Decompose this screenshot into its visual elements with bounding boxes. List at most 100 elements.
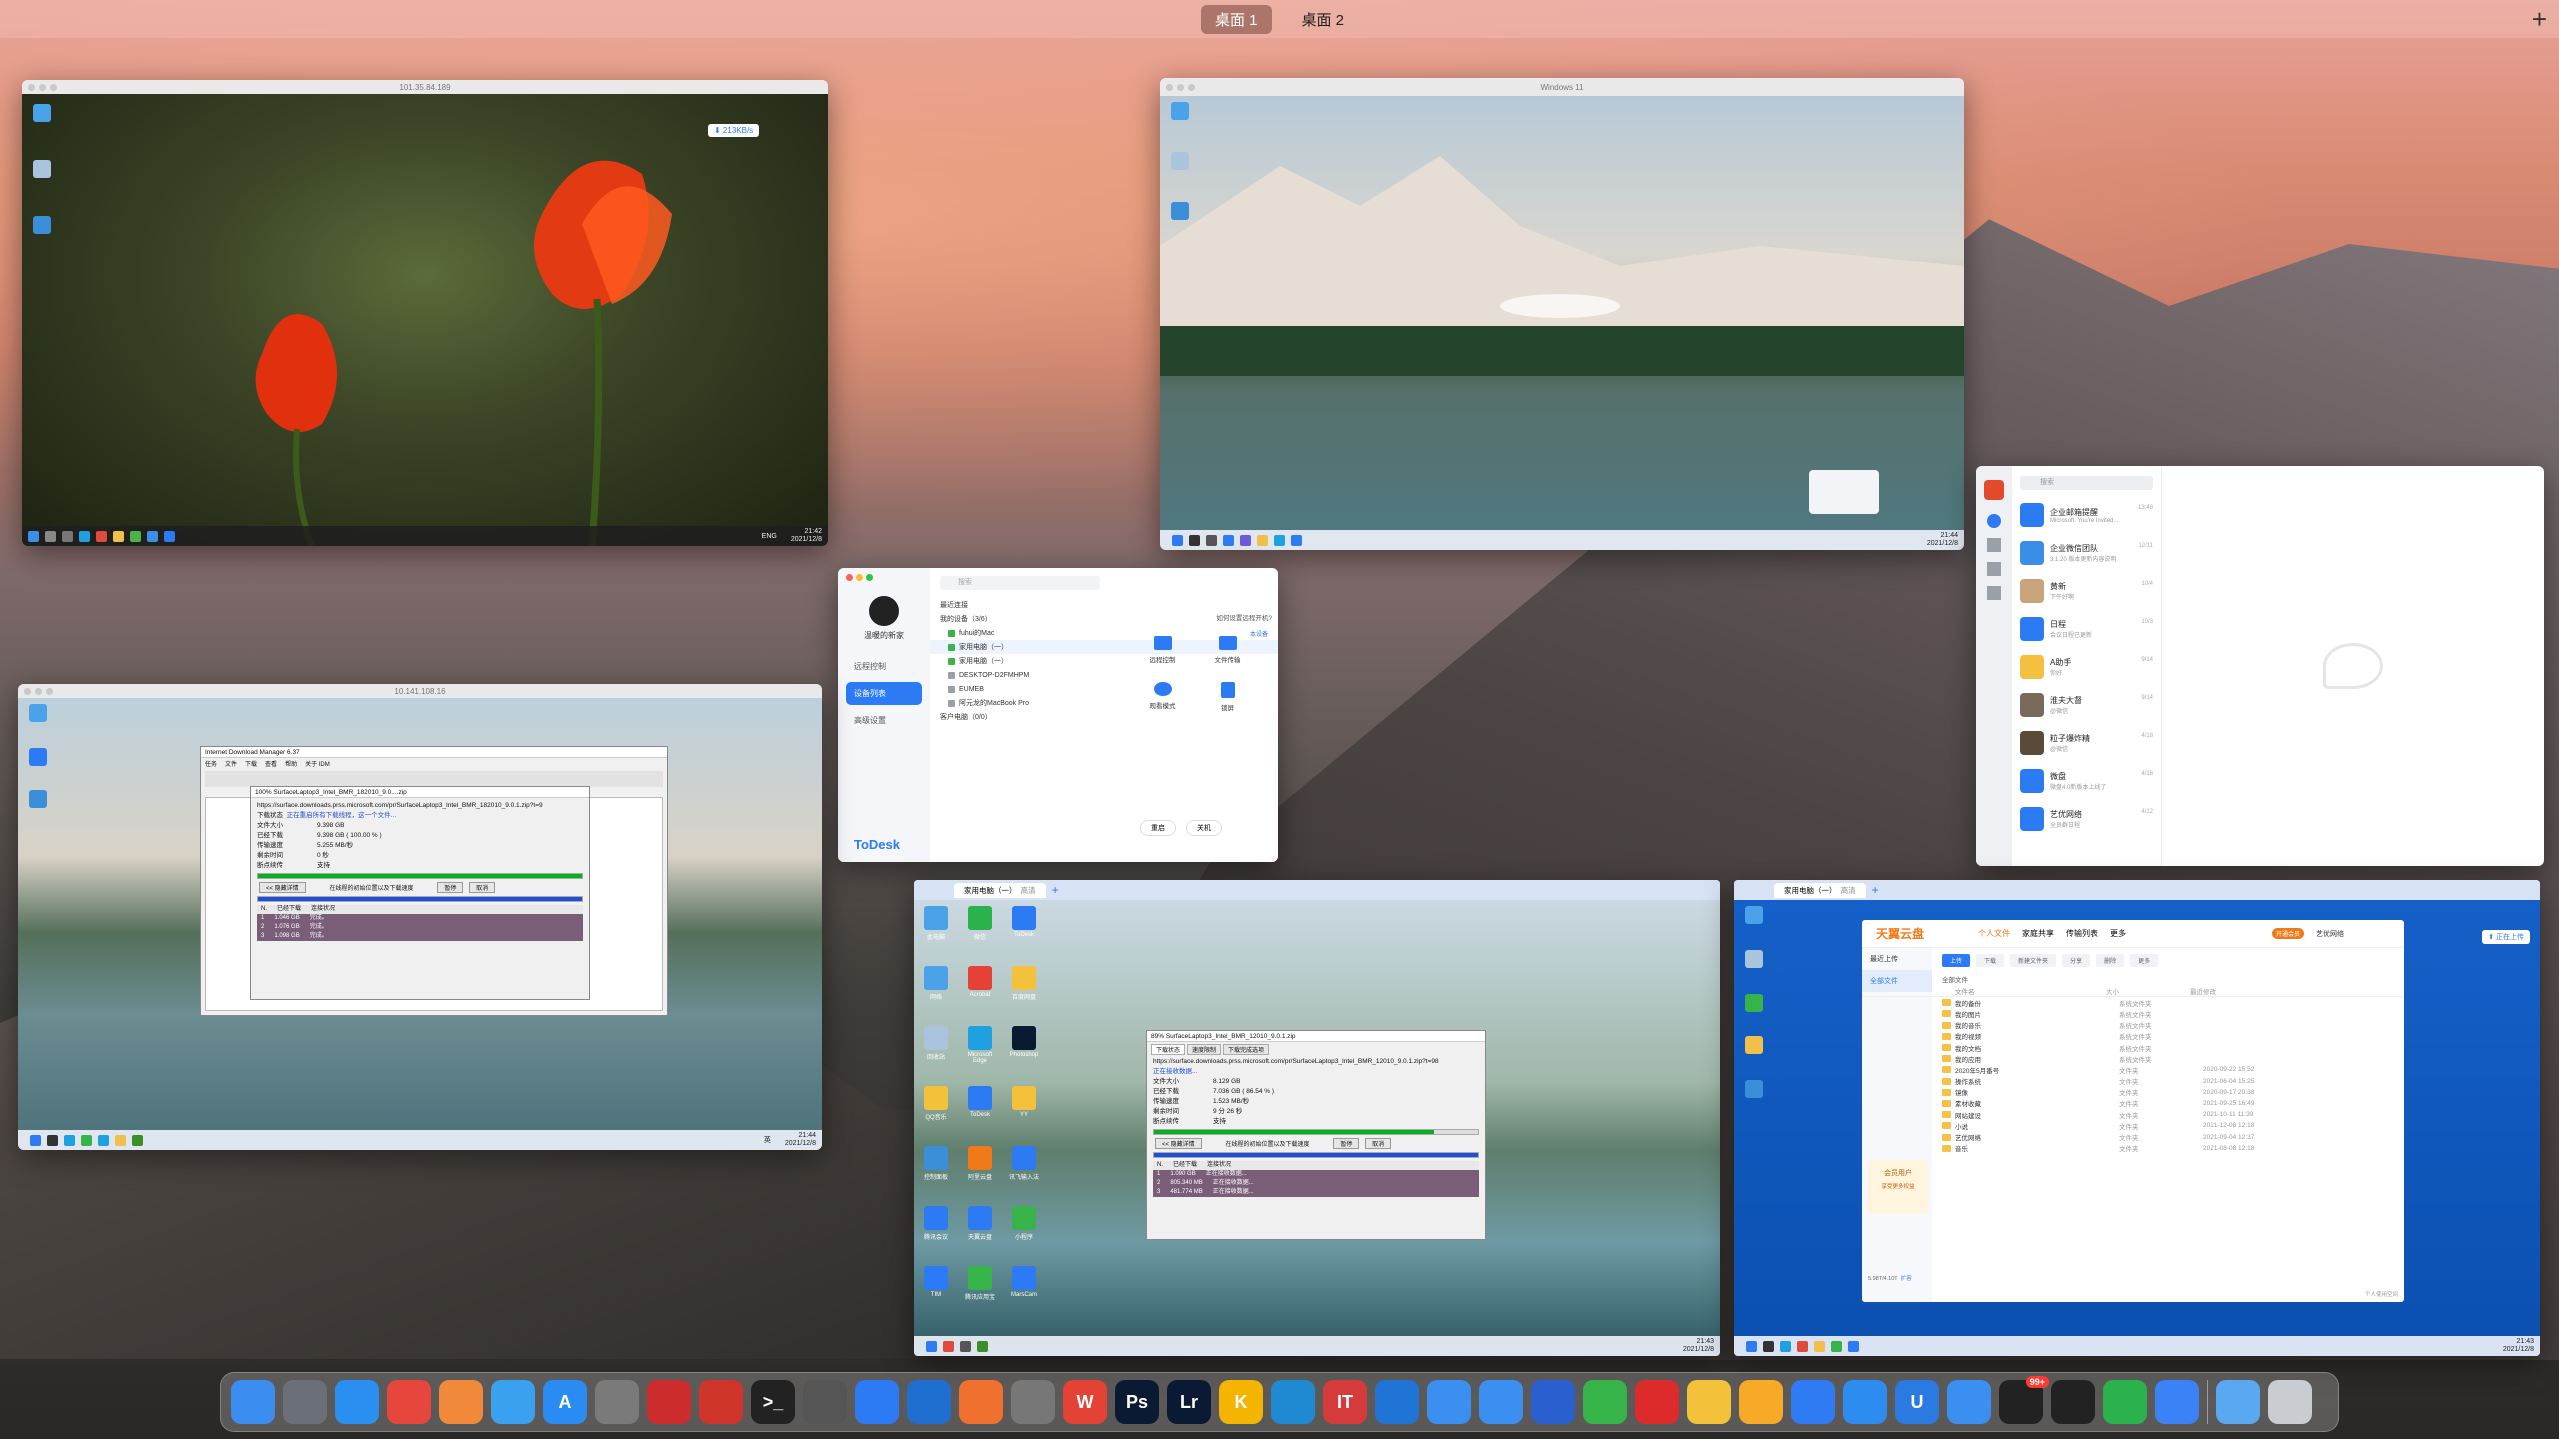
docs-icon[interactable] (1987, 562, 2001, 576)
dock-app-store-icon[interactable]: A (543, 1380, 587, 1424)
dock-chrome-icon[interactable] (387, 1380, 431, 1424)
app-icon[interactable] (47, 1134, 58, 1146)
avatar[interactable] (869, 596, 899, 626)
app-icon[interactable] (130, 530, 141, 542)
input-language[interactable]: 英 (764, 1135, 771, 1145)
desktop-icon[interactable]: 讯飞输入法 (1006, 1146, 1042, 1181)
cancel-button[interactable]: 取消 (1365, 1138, 1392, 1149)
desktop-icon[interactable]: TIM (918, 1266, 954, 1298)
add-desktop-button[interactable]: + (2532, 4, 2547, 35)
recent-connections[interactable]: 最近连接 (930, 598, 1278, 612)
rdp-window-2[interactable]: 10.141.108.16 Internet Download Manager … (18, 684, 822, 1150)
desktop-icon-computer[interactable] (24, 704, 52, 724)
close-dot[interactable] (846, 574, 853, 581)
expand-link[interactable]: 扩容 (1901, 1276, 1912, 1282)
table-row[interactable]: 操作系统 文件夹 2021-06-04 15:25 (1862, 1076, 2404, 1087)
cloud-tab[interactable]: 个人文件 (1978, 928, 2010, 939)
desktop-icon[interactable]: Acrobat (962, 966, 998, 998)
dock-mail-u-icon[interactable]: U (1895, 1380, 1939, 1424)
dock-system-prefs-icon[interactable] (595, 1380, 639, 1424)
lock-screen-action[interactable]: 锁屏 (1195, 682, 1260, 712)
dock-wechat-work-icon[interactable] (1843, 1380, 1887, 1424)
dock-baidu-netdisk-icon[interactable] (1427, 1380, 1471, 1424)
table-row[interactable]: 我的音乐 系统文件夹 (1862, 1020, 2404, 1031)
dock-qq-music-icon[interactable] (1687, 1380, 1731, 1424)
app-icon[interactable] (81, 1134, 92, 1146)
chat-list-item[interactable]: 淮夫大督 @微信 9/14 (2012, 686, 2161, 724)
chat-list-item[interactable]: 日程 会议日程已更新 10/3 (2012, 610, 2161, 648)
desktop-icon[interactable]: 回收站 (918, 1026, 954, 1061)
desktop-icon[interactable]: YY (1006, 1086, 1042, 1118)
member-badge[interactable]: 开通会员 (2271, 928, 2304, 939)
desktop-tab-1[interactable]: 桌面 1 (1200, 4, 1272, 34)
chat-list-item[interactable]: A助手 你好 9/14 (2012, 648, 2161, 686)
idm-menu-item[interactable]: 任务 (205, 759, 217, 768)
cloud-toolbar-button[interactable]: 上传 (1942, 954, 1971, 967)
chrome-icon[interactable] (96, 530, 107, 542)
zoom-dot[interactable] (866, 574, 873, 581)
table-row[interactable]: 我的应用 系统文件夹 (1862, 1053, 2404, 1064)
session-tab[interactable]: 家用电脑（一） 高清 (954, 882, 1046, 898)
file-transfer-action[interactable]: 文件传输 (1195, 636, 1260, 664)
cloud-toolbar-button[interactable]: 删除 (2096, 954, 2125, 967)
rdp-window-1[interactable]: 101.35.84.189 ⬇ 213KB/s ENG 21:42 2021/1… (22, 80, 828, 546)
dock-feishu-icon[interactable] (1791, 1380, 1835, 1424)
todesk-session-window-2[interactable]: 家用电脑（一） 高清 + ⬆ 正在上传 天翼云盘 个人文件 家庭共享 传输列表 更多 … (1734, 880, 2540, 1356)
windows-start-icon[interactable] (1746, 1340, 1757, 1352)
app-icon[interactable] (960, 1340, 971, 1352)
table-row[interactable]: 素材收藏 文件夹 2021-09-25 16:49 (1862, 1098, 2404, 1109)
pause-button[interactable]: 暂停 (1333, 1138, 1360, 1149)
dock-pro-app-icon[interactable] (1011, 1380, 1055, 1424)
dock-finder-icon[interactable] (231, 1380, 275, 1424)
watch-mode-action[interactable]: 观看模式 (1130, 682, 1195, 712)
cloud-drive-window[interactable]: 天翼云盘 个人文件 家庭共享 传输列表 更多 开通会员 艺优网络 最近上传 全部文件 上… (1862, 920, 2404, 1302)
desktop-icon[interactable]: 腾讯应用宝 (962, 1266, 998, 1301)
remote-desktop-area[interactable]: ⬆ 正在上传 天翼云盘 个人文件 家庭共享 传输列表 更多 开通会员 艺优网络 最近上… (1734, 900, 2540, 1356)
table-row[interactable]: 我的文档 系统文件夹 (1862, 1042, 2404, 1053)
desktop-icon-app[interactable] (1740, 1036, 1768, 1056)
dock-wechat-icon[interactable] (2103, 1380, 2147, 1424)
desktop-icon[interactable]: 天翼云盘 (962, 1206, 998, 1241)
chat-list-item[interactable]: 企业邮箱提醒 Microsoft: You're Invited... 13:48 (2012, 496, 2161, 534)
desktop-icon[interactable]: 微信 (962, 906, 998, 941)
desktop-icon[interactable]: MarsCam (1006, 1266, 1042, 1298)
app-icon[interactable] (1831, 1340, 1842, 1352)
task-view-icon[interactable] (1206, 534, 1217, 546)
desktop-icon-app[interactable] (24, 748, 52, 768)
desktop-icon-app[interactable] (24, 790, 52, 810)
search-input[interactable]: 搜索 (2020, 476, 2153, 490)
idm-icon[interactable] (977, 1340, 988, 1352)
cloud-toolbar-button[interactable]: 下载 (1976, 954, 2005, 967)
dock-safari-icon[interactable] (335, 1380, 379, 1424)
calendar-icon[interactable] (1987, 586, 2001, 600)
desktop-icon[interactable]: 此电脑 (918, 906, 954, 941)
edge-icon[interactable] (64, 1134, 75, 1146)
chat-list-item[interactable]: 艺优网络 全员群日程 4/12 (2012, 800, 2161, 838)
cloud-tab[interactable]: 更多 (2110, 928, 2126, 939)
chrome-icon[interactable] (1797, 1340, 1808, 1352)
table-row[interactable]: 音乐 文件夹 2021-08-08 12:18 (1862, 1143, 2404, 1154)
cloud-tab[interactable]: 家庭共享 (2022, 928, 2054, 939)
dock-tencent-meeting-icon[interactable] (1947, 1380, 1991, 1424)
windows-start-icon[interactable] (28, 530, 39, 542)
nav-advanced-settings[interactable]: 高级设置 (846, 709, 922, 732)
app-icon[interactable] (1780, 1340, 1791, 1352)
dock-downloads-folder-icon[interactable] (2216, 1380, 2260, 1424)
widgets-icon[interactable] (1223, 534, 1234, 546)
search-icon[interactable] (45, 530, 56, 542)
pause-button[interactable]: 暂停 (437, 882, 464, 893)
app-icon[interactable] (98, 1134, 109, 1146)
shutdown-button[interactable]: 关机 (1186, 820, 1222, 836)
dock-photoshop-icon[interactable]: Ps (1115, 1380, 1159, 1424)
dock-settings-gear-icon[interactable] (959, 1380, 1003, 1424)
task-view-icon[interactable] (62, 530, 73, 542)
message-icon[interactable] (1987, 514, 2001, 528)
table-row[interactable]: 镜像 文件夹 2020-09-17 20:38 (1862, 1087, 2404, 1098)
chrome-icon[interactable] (943, 1340, 954, 1352)
wechat-work-window[interactable]: 搜索 企业邮箱提醒 Microsoft: You're Invited... 13:… (1976, 466, 2544, 866)
hide-details-button[interactable]: << 隐藏详情 (259, 882, 306, 893)
table-row[interactable]: 我的备份 系统文件夹 (1862, 997, 2404, 1008)
dock-photos-icon[interactable] (439, 1380, 483, 1424)
cloud-tab[interactable]: 传输列表 (2066, 928, 2098, 939)
remote-desktop-area[interactable]: ⬇ 213KB/s ENG 21:42 2021/12/8 (22, 94, 828, 546)
